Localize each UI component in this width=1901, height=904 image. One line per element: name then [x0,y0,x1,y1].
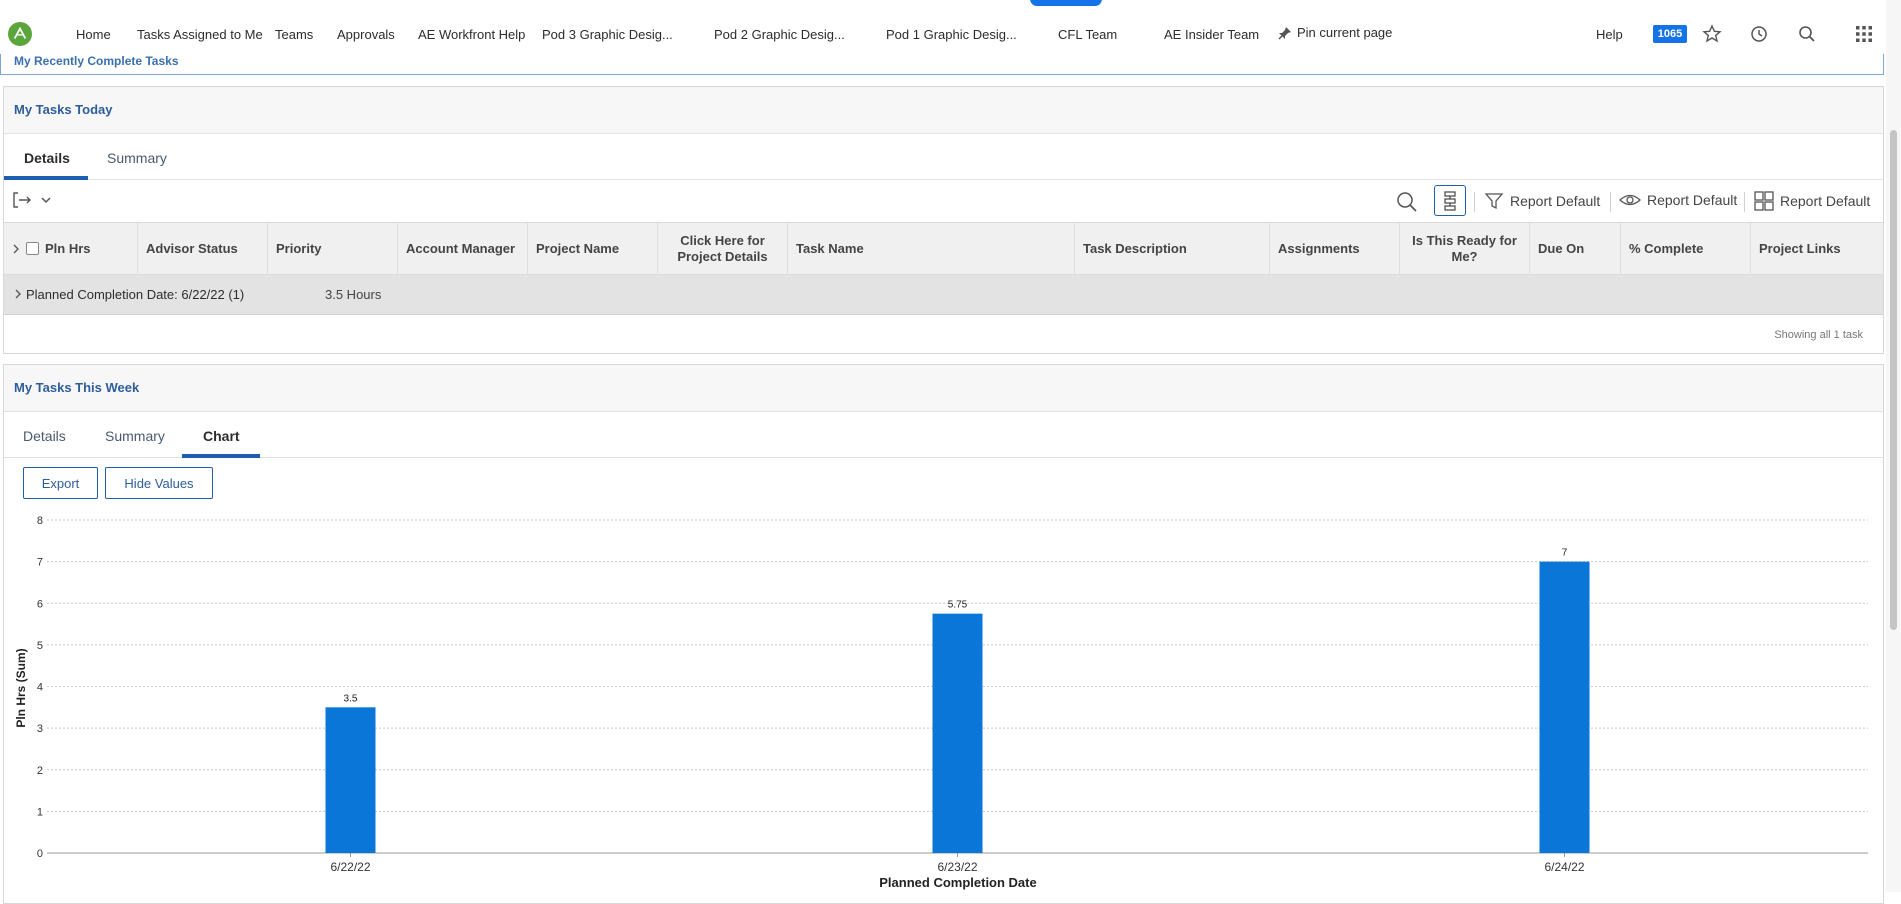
nav-approvals[interactable]: Approvals [337,27,395,42]
panel-header: My Tasks This Week [4,365,1883,412]
active-tab-underline [182,454,260,458]
notifications-badge[interactable]: 1065 [1652,20,1688,48]
my-tasks-this-week-panel: My Tasks This Week Details Summary Chart… [3,364,1884,904]
col-ready-for-me[interactable]: Is This Ready for Me? [1400,223,1530,274]
chevron-down-icon [41,197,51,204]
group-label: Planned Completion Date: 6/22/22 (1) [26,287,245,302]
tab-chart[interactable]: Chart [203,428,240,444]
table-header: Pln Hrs Advisor Status Priority Account … [4,222,1883,275]
col-priority[interactable]: Priority [268,223,398,274]
filter-icon [1484,193,1504,210]
nav-ae-workfront-help[interactable]: AE Workfront Help [418,27,525,42]
panel-title-today[interactable]: My Tasks Today [14,102,113,117]
col-due-on[interactable]: Due On [1530,223,1621,274]
app-launcher-icon[interactable] [1850,20,1878,48]
chevron-right-icon[interactable] [12,244,20,254]
hide-values-button[interactable]: Hide Values [105,467,213,499]
select-all-checkbox[interactable] [26,242,39,255]
top-indicator [1030,0,1102,6]
grouping-menu[interactable]: Report Default [1754,191,1870,211]
hierarchy-toggle-icon[interactable] [1434,185,1466,216]
nav-pod3[interactable]: Pod 3 Graphic Desig... [542,27,673,42]
report-toolbar: Report Default Report Default Report Def… [4,180,1883,222]
col-task-name[interactable]: Task Name [788,223,1075,274]
nav-pod2[interactable]: Pod 2 Graphic Desig... [714,27,845,42]
col-advisor-status[interactable]: Advisor Status [138,223,268,274]
tab-summary[interactable]: Summary [105,428,165,444]
col-project-details[interactable]: Click Here for Project Details [658,223,788,274]
export-icon [13,192,31,208]
export-menu[interactable] [12,191,52,209]
eye-icon [1619,194,1641,206]
help-link[interactable]: Help [1596,27,1623,42]
showing-count: Showing all 1 task [1774,329,1863,341]
filter-menu[interactable]: Report Default [1484,191,1600,211]
week-tabs: Details Summary Chart [4,412,1883,458]
table-search-icon[interactable] [1396,191,1418,213]
table-footer: Showing all 1 task [4,315,1883,355]
toolbar-divider [1474,192,1475,212]
tab-details[interactable]: Details [23,428,66,444]
star-icon[interactable] [1698,20,1726,48]
col-assignments[interactable]: Assignments [1270,223,1400,274]
panel-title-week[interactable]: My Tasks This Week [14,380,139,395]
my-tasks-today-panel: My Tasks Today Details Summary Report De… [3,86,1884,354]
group-row[interactable]: Planned Completion Date: 6/22/22 (1) 3.5… [4,275,1883,315]
col-percent-complete[interactable]: % Complete [1621,223,1751,274]
nav-cfl-team[interactable]: CFL Team [1058,27,1117,42]
nav-tasks-assigned[interactable]: Tasks Assigned to Me [137,27,263,42]
tab-details[interactable]: Details [24,150,70,166]
recently-complete-title[interactable]: My Recently Complete Tasks [14,54,179,68]
nav-home[interactable]: Home [76,27,111,42]
toolbar-divider [1610,192,1611,212]
toolbar-divider [1744,192,1745,212]
view-menu[interactable]: Report Default [1619,191,1737,209]
col-pln-hrs[interactable]: Pln Hrs [4,223,138,274]
pin-current-page[interactable]: Pin current page [1278,25,1392,40]
workfront-logo-icon[interactable] [8,22,32,46]
col-project-links[interactable]: Project Links [1751,223,1883,274]
today-tabs: Details Summary [4,134,1883,180]
scrollbar-thumb[interactable] [1890,130,1897,630]
history-icon[interactable] [1745,20,1773,48]
nav-pod1[interactable]: Pod 1 Graphic Desig... [886,27,1017,42]
pin-label: Pin current page [1297,25,1393,40]
badge-count: 1065 [1652,25,1688,43]
col-account-manager[interactable]: Account Manager [398,223,528,274]
export-button[interactable]: Export [23,467,98,499]
pin-icon [1278,26,1291,40]
col-project-name[interactable]: Project Name [528,223,658,274]
panel-header: My Tasks Today [4,87,1883,134]
chevron-right-icon[interactable] [14,289,22,299]
nav-teams[interactable]: Teams [275,27,313,42]
grouping-label: Report Default [1780,193,1871,209]
search-icon[interactable] [1793,20,1821,48]
view-label: Report Default [1647,192,1738,208]
grouping-icon [1754,191,1774,211]
col-task-description[interactable]: Task Description [1075,223,1270,274]
nav-ae-insider-team[interactable]: AE Insider Team [1164,27,1259,42]
col-label: Pln Hrs [45,241,91,256]
group-value: 3.5 Hours [325,287,382,302]
filter-label: Report Default [1510,193,1601,209]
recently-complete-tasks-panel: My Recently Complete Tasks [0,54,1884,75]
tab-summary[interactable]: Summary [107,150,167,166]
